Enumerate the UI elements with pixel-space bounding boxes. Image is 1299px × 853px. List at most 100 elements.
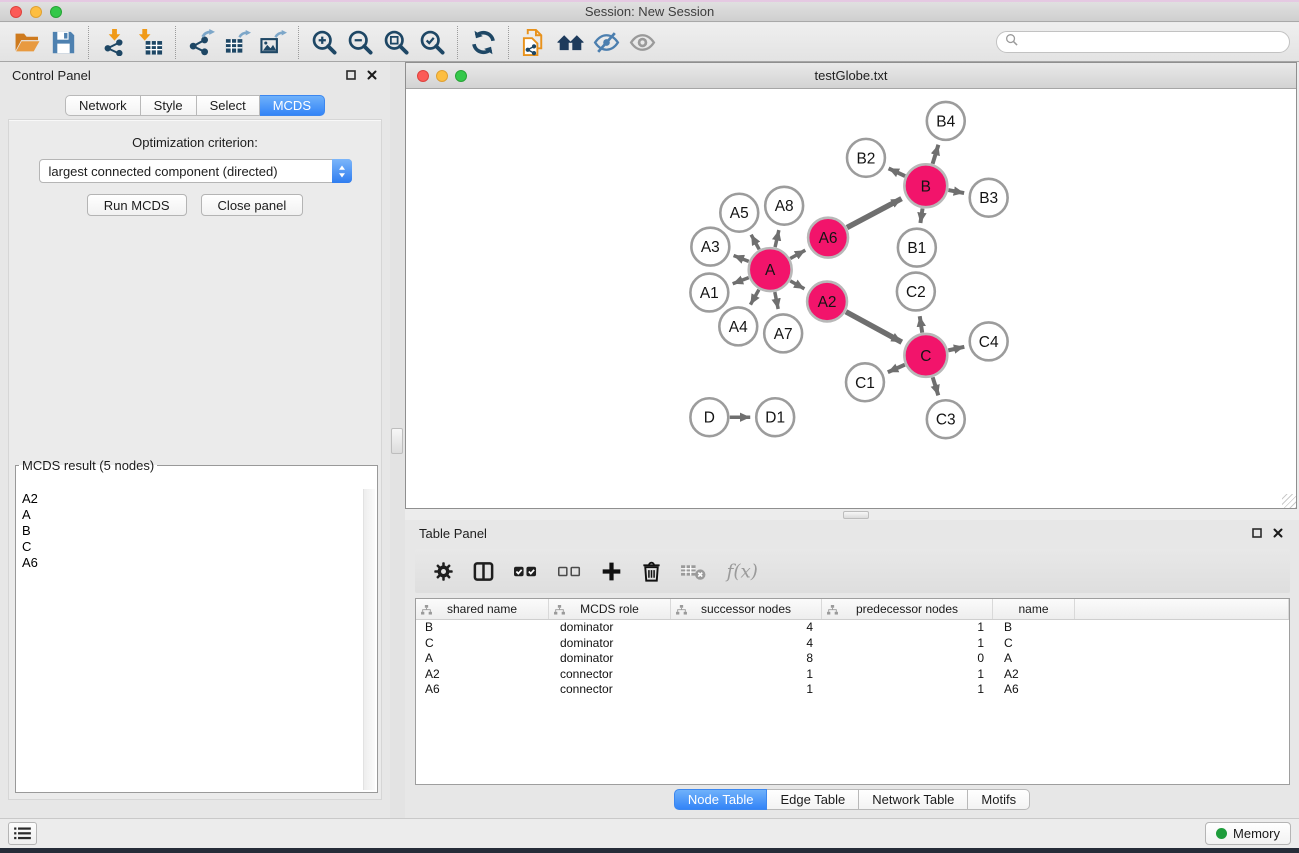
close-table-panel-icon[interactable] bbox=[1272, 527, 1284, 539]
tab-style[interactable]: Style bbox=[141, 95, 197, 116]
settings-gear-icon[interactable] bbox=[432, 558, 455, 584]
graph-edge-A-A4[interactable] bbox=[750, 290, 758, 305]
graph-edge-A6-B[interactable] bbox=[847, 199, 902, 228]
table-cell[interactable]: B bbox=[993, 620, 1075, 636]
close-panel-button[interactable]: Close panel bbox=[201, 194, 304, 216]
search-input[interactable] bbox=[1023, 35, 1281, 49]
horizontal-splitter[interactable] bbox=[405, 509, 1299, 520]
close-window-button[interactable] bbox=[10, 6, 22, 18]
graph-node-A8[interactable]: A8 bbox=[765, 187, 803, 225]
close-panel-icon[interactable] bbox=[366, 69, 378, 81]
network-close-button[interactable] bbox=[417, 70, 429, 82]
table-tab-node-table[interactable]: Node Table bbox=[674, 789, 768, 810]
graph-node-A3[interactable]: A3 bbox=[691, 228, 729, 266]
table-row[interactable]: A2connector11A2 bbox=[416, 667, 1289, 683]
table-cell[interactable]: 1 bbox=[822, 636, 993, 652]
mcds-result-item[interactable]: B bbox=[22, 523, 362, 539]
graph-edge-B-B2[interactable] bbox=[889, 168, 905, 176]
open-folder-icon[interactable] bbox=[9, 26, 45, 58]
result-list-scrollbar[interactable] bbox=[363, 489, 375, 790]
graph-node-A1[interactable]: A1 bbox=[690, 274, 728, 312]
tab-select[interactable]: Select bbox=[197, 95, 260, 116]
graph-edge-A-A8[interactable] bbox=[775, 230, 779, 247]
table-cell[interactable]: 0 bbox=[822, 651, 993, 667]
graph-node-D1[interactable]: D1 bbox=[756, 398, 794, 436]
network-window-titlebar[interactable]: testGlobe.txt bbox=[406, 63, 1296, 89]
task-history-button[interactable] bbox=[8, 822, 37, 845]
graph-edge-A-A6[interactable] bbox=[790, 250, 805, 258]
table-row[interactable]: Bdominator41B bbox=[416, 620, 1289, 636]
show-all-icon[interactable] bbox=[624, 26, 660, 58]
table-cell[interactable]: 1 bbox=[671, 667, 822, 683]
tab-network[interactable]: Network bbox=[65, 95, 141, 116]
mcds-result-item[interactable]: A2 bbox=[22, 491, 362, 507]
column-header-mcds-role[interactable]: MCDS role bbox=[549, 599, 671, 619]
graph-edge-A-A7[interactable] bbox=[775, 292, 778, 309]
split-columns-icon[interactable] bbox=[472, 558, 495, 584]
zoom-selected-icon[interactable] bbox=[414, 26, 450, 58]
table-cell[interactable]: C bbox=[993, 636, 1075, 652]
graph-node-A5[interactable]: A5 bbox=[720, 194, 758, 232]
function-builder-icon[interactable]: f(x) bbox=[724, 558, 760, 584]
graph-edge-C-C2[interactable] bbox=[920, 316, 922, 333]
network-graph[interactable]: B4B2BB3A8A5A6A3B1AA1C2A2A4A7C4CC1C3DD1 bbox=[406, 89, 1296, 508]
mcds-result-item[interactable]: C bbox=[22, 539, 362, 555]
graph-edge-B-B3[interactable] bbox=[948, 190, 964, 193]
horizontal-splitter-handle[interactable] bbox=[843, 511, 869, 519]
float-panel-icon[interactable] bbox=[345, 69, 357, 81]
graph-edge-C-C4[interactable] bbox=[948, 347, 964, 351]
hide-selected-icon[interactable] bbox=[588, 26, 624, 58]
graph-node-B3[interactable]: B3 bbox=[970, 179, 1008, 217]
zoom-fit-icon[interactable] bbox=[378, 26, 414, 58]
window-resize-grip[interactable] bbox=[1282, 494, 1296, 508]
export-table-icon[interactable] bbox=[219, 26, 255, 58]
network-minimize-button[interactable] bbox=[436, 70, 448, 82]
table-cell[interactable]: 8 bbox=[671, 651, 822, 667]
graph-edge-A-A5[interactable] bbox=[751, 235, 759, 250]
table-cell[interactable]: connector bbox=[549, 682, 671, 698]
select-checked-pair-icon[interactable] bbox=[512, 558, 539, 584]
column-header-shared-name[interactable]: shared name bbox=[416, 599, 549, 619]
graph-edge-A2-C[interactable] bbox=[846, 312, 902, 342]
graph-edge-C-C1[interactable] bbox=[888, 365, 905, 373]
table-cell[interactable]: A2 bbox=[416, 667, 549, 683]
graph-node-C4[interactable]: C4 bbox=[970, 322, 1008, 360]
table-cell[interactable]: B bbox=[416, 620, 549, 636]
first-neighbors-icon[interactable] bbox=[552, 26, 588, 58]
zoom-in-icon[interactable] bbox=[306, 26, 342, 58]
table-cell[interactable]: dominator bbox=[549, 636, 671, 652]
graph-node-A2[interactable]: A2 bbox=[807, 282, 847, 322]
graph-node-A4[interactable]: A4 bbox=[719, 307, 757, 345]
table-cell[interactable]: 1 bbox=[671, 682, 822, 698]
graph-node-A[interactable]: A bbox=[749, 248, 792, 291]
column-header-name[interactable]: name bbox=[993, 599, 1075, 619]
vertical-splitter-handle[interactable] bbox=[391, 428, 403, 454]
minimize-window-button[interactable] bbox=[30, 6, 42, 18]
refresh-icon[interactable] bbox=[465, 26, 501, 58]
zoom-out-icon[interactable] bbox=[342, 26, 378, 58]
table-cell[interactable]: connector bbox=[549, 667, 671, 683]
network-zoom-button[interactable] bbox=[455, 70, 467, 82]
graph-node-D[interactable]: D bbox=[690, 398, 728, 436]
table-cell[interactable]: 4 bbox=[671, 636, 822, 652]
table-tab-edge-table[interactable]: Edge Table bbox=[767, 789, 859, 810]
graph-edge-A-A3[interactable] bbox=[734, 256, 749, 262]
graph-node-B[interactable]: B bbox=[904, 164, 947, 207]
zoom-window-button[interactable] bbox=[50, 6, 62, 18]
graph-node-B4[interactable]: B4 bbox=[927, 102, 965, 140]
table-cell[interactable]: dominator bbox=[549, 651, 671, 667]
memory-button[interactable]: Memory bbox=[1205, 822, 1291, 845]
criterion-dropdown[interactable]: largest connected component (directed) bbox=[39, 159, 352, 183]
column-header-successor-nodes[interactable]: successor nodes bbox=[671, 599, 822, 619]
table-cell[interactable]: C bbox=[416, 636, 549, 652]
graph-edge-A-A1[interactable] bbox=[733, 278, 749, 284]
network-canvas[interactable]: B4B2BB3A8A5A6A3B1AA1C2A2A4A7C4CC1C3DD1 bbox=[406, 89, 1296, 508]
save-icon[interactable] bbox=[45, 26, 81, 58]
table-cell[interactable]: A bbox=[993, 651, 1075, 667]
graph-edge-B-B4[interactable] bbox=[933, 145, 939, 164]
table-cell[interactable]: A6 bbox=[993, 682, 1075, 698]
delete-table-icon[interactable] bbox=[680, 558, 707, 584]
export-network-icon[interactable] bbox=[183, 26, 219, 58]
table-cell[interactable]: dominator bbox=[549, 620, 671, 636]
table-row[interactable]: A6connector11A6 bbox=[416, 682, 1289, 698]
